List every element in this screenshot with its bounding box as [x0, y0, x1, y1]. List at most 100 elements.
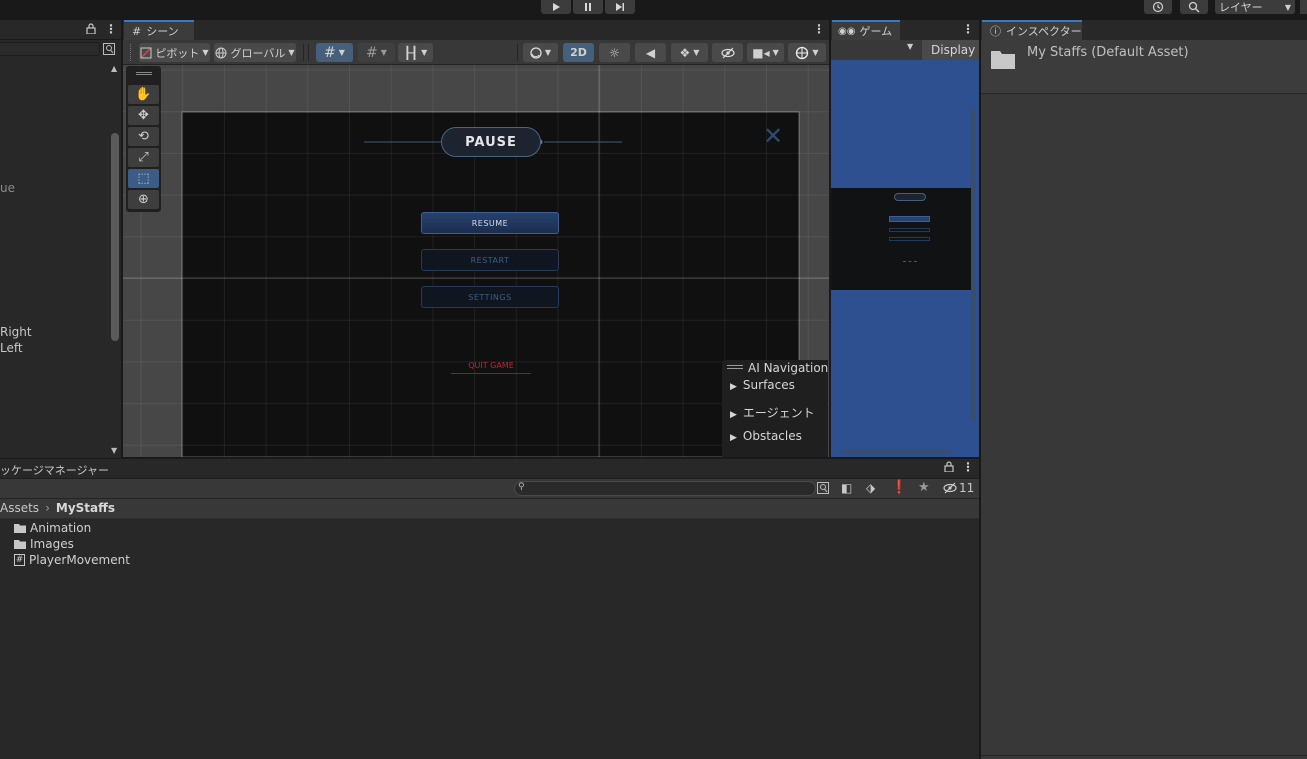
gamepad-icon: ◉◉: [838, 25, 856, 37]
nav-item-surfaces[interactable]: ▶ Surfaces: [730, 378, 795, 392]
global-dropdown[interactable]: グローバル ▼: [214, 43, 296, 62]
tab-inspector[interactable]: ⓘ インスペクター: [982, 20, 1082, 40]
ruler-snap-dropdown[interactable]: ┠┨ ▼: [398, 43, 433, 62]
layout-dropdown[interactable]: [1300, 0, 1307, 14]
game-preview-title: [894, 193, 926, 201]
asset-row-animation[interactable]: Animation: [14, 521, 91, 535]
gizmos-dropdown[interactable]: ▼: [788, 43, 826, 62]
project-more-menu-icon[interactable]: ⋮: [962, 460, 974, 474]
mode-2d-label: 2D: [570, 46, 587, 59]
search-by-type-icon[interactable]: [817, 482, 829, 497]
rect-tool[interactable]: ⬚: [128, 169, 159, 188]
nav-item-obstacles[interactable]: ▶ Obstacles: [730, 429, 802, 443]
breadcrumb-path: Assets › MyStaffs: [0, 501, 115, 515]
step-icon: [616, 3, 624, 11]
project-search-input[interactable]: [514, 481, 816, 496]
hierarchy-item-truncated[interactable]: ue: [0, 181, 15, 195]
close-x-icon[interactable]: ✕: [763, 124, 783, 148]
ui-canvas[interactable]: [182, 112, 799, 457]
hierarchy-item-left[interactable]: Left: [0, 341, 23, 355]
scale-tool[interactable]: ⤢: [128, 148, 159, 167]
scroll-down-icon[interactable]: ▼: [111, 446, 117, 455]
scene-more-menu-icon[interactable]: ⋮: [813, 22, 825, 36]
nav-item-agents[interactable]: ▶ エージェント: [730, 404, 815, 421]
breadcrumb: [0, 499, 979, 519]
layers-label: レイヤー: [1219, 1, 1263, 14]
asset-row-playermovement[interactable]: # PlayerMovement: [14, 553, 130, 567]
lock-icon[interactable]: [86, 23, 96, 37]
chevron-down-icon: ▼: [421, 48, 428, 57]
search-icon: [1188, 1, 1200, 13]
game-preview-resume: [889, 216, 930, 222]
effects-dropdown[interactable]: ❖ ▼: [671, 43, 708, 62]
layers-dropdown[interactable]: レイヤー ▼: [1215, 0, 1295, 14]
breadcrumb-mystaffs[interactable]: MyStaffs: [56, 501, 115, 515]
breadcrumb-assets[interactable]: Assets: [0, 501, 39, 515]
transform-tool[interactable]: ⊕: [128, 190, 159, 209]
lighting-toggle[interactable]: ☼: [599, 43, 630, 62]
game-scrollbar-v[interactable]: [971, 110, 976, 422]
hierarchy-item-right[interactable]: Right: [0, 325, 32, 339]
game-more-menu-icon[interactable]: ⋮: [962, 22, 974, 36]
tab-game[interactable]: ◉◉ ゲーム: [832, 20, 900, 40]
pivot-dropdown[interactable]: ピボット ▼: [139, 43, 210, 62]
game-preview-restart: [889, 228, 930, 232]
hand-icon: ✋: [135, 87, 152, 102]
hierarchy-search-input[interactable]: [0, 42, 100, 56]
increment-snap-toggle[interactable]: # ▼: [358, 43, 395, 62]
pause-button[interactable]: [573, 0, 603, 14]
snap-grid-icon: #: [366, 44, 378, 61]
filter-by-label-icon[interactable]: ⬗: [866, 481, 875, 495]
transform-icon: ⊕: [138, 192, 149, 207]
tab-inspector-label: インスペクター: [1006, 25, 1082, 38]
tab-scene-label: シーン: [146, 25, 179, 38]
step-button[interactable]: [605, 0, 635, 14]
hierarchy-scroll-thumb[interactable]: [111, 133, 119, 341]
favorite-star-icon[interactable]: ★: [918, 480, 930, 495]
search-button[interactable]: [1180, 0, 1208, 14]
shading-mode-dropdown[interactable]: ▼: [523, 43, 558, 62]
restart-button[interactable]: RESTART: [421, 249, 559, 271]
pivot-label: ピボット: [155, 46, 200, 60]
project-lock-icon[interactable]: [944, 461, 954, 475]
triangle-right-icon: ▶: [730, 410, 737, 420]
rotate-tool[interactable]: ⟲: [128, 127, 159, 146]
audio-mute-icon: ◀: [645, 45, 656, 60]
mode-2d-toggle[interactable]: 2D: [563, 43, 594, 62]
project-toolbar: [0, 479, 979, 499]
triangle-right-icon: ▶: [730, 433, 737, 443]
rect-transform-icon: ⬚: [137, 171, 150, 186]
resume-button[interactable]: RESUME: [421, 212, 559, 234]
hidden-objects-toggle[interactable]: [712, 43, 743, 62]
settings-button[interactable]: SETTINGS: [421, 286, 559, 308]
toolbar-grip[interactable]: [130, 44, 132, 61]
camera-dropdown[interactable]: ■◂ ▼: [747, 43, 784, 62]
tab-package-manager[interactable]: ッケージマネージャー: [0, 462, 109, 478]
quit-game-button[interactable]: QUIT GAME: [451, 361, 531, 374]
filter-by-log-icon[interactable]: ❗: [891, 480, 907, 495]
grid-snap-toggle[interactable]: # ▼: [316, 43, 353, 62]
tab-scene[interactable]: # シーン: [124, 20, 194, 40]
play-button[interactable]: [541, 0, 571, 14]
asset-row-images[interactable]: Images: [14, 537, 74, 551]
more-menu-icon[interactable]: ⋮: [105, 22, 117, 36]
palette-grip[interactable]: [136, 72, 152, 75]
scroll-up-icon[interactable]: ▲: [111, 64, 117, 73]
audio-toggle[interactable]: ◀: [635, 43, 666, 62]
display-dropdown[interactable]: Display: [922, 40, 979, 60]
game-scrollbar-h[interactable]: [841, 450, 951, 454]
filter-by-type-icon[interactable]: ◧: [841, 481, 852, 495]
game-view-dropdown[interactable]: ▼: [907, 42, 913, 51]
pivot-icon: [140, 47, 152, 58]
search-by-type-icon[interactable]: [103, 43, 115, 58]
history-button[interactable]: [1144, 0, 1172, 14]
search-icon: ⚲: [518, 482, 525, 492]
nav-item-label: エージェント: [742, 406, 815, 420]
move-tool[interactable]: ✥: [128, 106, 159, 125]
hidden-packages-toggle[interactable]: 11: [943, 481, 974, 495]
camera-icon: ■◂: [752, 45, 770, 60]
overlay-grip[interactable]: [727, 365, 743, 369]
chevron-down-icon: ▼: [693, 48, 700, 57]
hand-tool[interactable]: ✋: [128, 85, 159, 104]
global-label: グローバル: [230, 46, 286, 60]
